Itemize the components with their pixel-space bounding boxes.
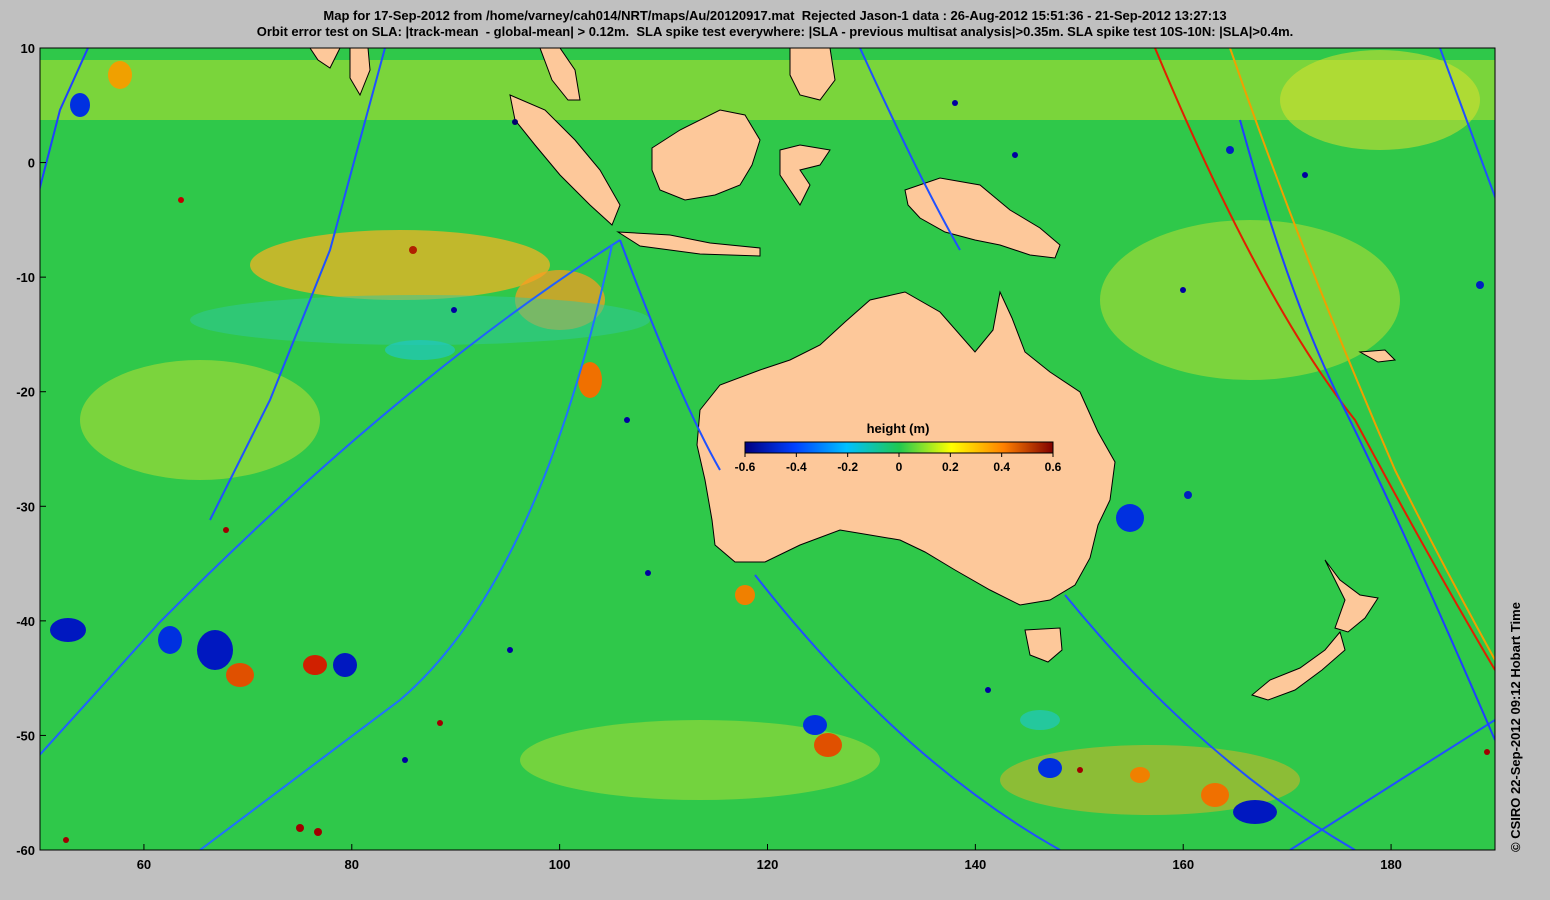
cool-anomaly-band	[190, 295, 650, 345]
eddy-cold	[70, 93, 90, 117]
rejected-point	[402, 757, 408, 763]
rejected-point	[624, 417, 630, 423]
rejected-point	[296, 824, 304, 832]
x-tick-label: 60	[137, 857, 151, 872]
rejected-point	[451, 307, 457, 313]
y-tick-label: -10	[16, 270, 35, 285]
rejected-point	[645, 570, 651, 576]
y-tick-label: -20	[16, 385, 35, 400]
y-tick-label: 0	[28, 156, 35, 171]
x-tick-label: 80	[345, 857, 359, 872]
eddy-cold	[1038, 758, 1062, 778]
eddy-warm	[1130, 767, 1150, 783]
rejected-point	[1476, 281, 1484, 289]
eddy-cyan	[385, 340, 455, 360]
eddy-warm	[735, 585, 755, 605]
rejected-point	[952, 100, 958, 106]
eddy-warm	[108, 61, 132, 89]
rejected-point	[1302, 172, 1308, 178]
rejected-point	[314, 828, 322, 836]
eddy-cyan	[1020, 710, 1060, 730]
rejected-point	[1484, 749, 1490, 755]
eddy-cold	[1116, 504, 1144, 532]
sla-map-plot: 60 80 100 120 140 160 180 100-10-20-30-40-50-6…	[16, 41, 1496, 872]
rejected-point	[409, 246, 417, 254]
eddy-cold	[333, 653, 357, 677]
y-tick-label: -30	[16, 499, 35, 514]
colorbar-tick-label: -0.6	[735, 460, 756, 474]
colorbar-tick-label: -0.4	[786, 460, 807, 474]
y-tick-label: -50	[16, 728, 35, 743]
rejected-point	[223, 527, 229, 533]
colorbar-gradient	[744, 441, 1054, 454]
copyright-credit: © CSIRO 22-Sep-2012 09:12 Hobart Time	[1508, 602, 1523, 852]
colorbar-tick-label: 0.4	[993, 460, 1010, 474]
eddy-cold	[197, 630, 233, 670]
y-tick-label: -60	[16, 843, 35, 858]
rejected-point	[1180, 287, 1186, 293]
colorbar-tick-label: 0.2	[942, 460, 959, 474]
warm-anomaly-south	[520, 720, 880, 800]
colorbar-label: height (m)	[867, 421, 930, 436]
equatorial-positive-band	[40, 60, 1495, 120]
warm-anomaly-indian-ocean	[250, 230, 550, 300]
x-tick-label: 120	[757, 857, 779, 872]
eddy-cold	[158, 626, 182, 654]
x-tick-label: 160	[1172, 857, 1194, 872]
rejected-point	[1077, 767, 1083, 773]
x-tick-label: 180	[1380, 857, 1402, 872]
rejected-point	[985, 687, 991, 693]
colorbar-tick-label: 0.6	[1045, 460, 1062, 474]
rejected-point	[512, 119, 518, 125]
rejected-point	[507, 647, 513, 653]
eddy-cold	[803, 715, 827, 735]
eddy-warm	[226, 663, 254, 687]
rejected-point	[1184, 491, 1192, 499]
eddy-cold	[1233, 800, 1277, 824]
x-tick-label: 100	[549, 857, 571, 872]
colorbar-tick-label: 0	[896, 460, 903, 474]
warm-anomaly-south-west	[80, 360, 320, 480]
y-tick-label: 10	[21, 41, 35, 56]
warm-anomaly-pacific	[1100, 220, 1400, 380]
y-tick-label: -40	[16, 614, 35, 629]
colorbar-tick-label: -0.2	[837, 460, 858, 474]
eddy-cold	[50, 618, 86, 642]
warm-anomaly-pacific-east	[1280, 50, 1480, 150]
eddy-warm	[303, 655, 327, 675]
rejected-point	[1012, 152, 1018, 158]
x-tick-label: 140	[965, 857, 987, 872]
rejected-point	[178, 197, 184, 203]
rejected-point	[63, 837, 69, 843]
eddy-warm	[1201, 783, 1229, 807]
rejected-point	[437, 720, 443, 726]
rejected-point	[1226, 146, 1234, 154]
eddy-warm	[814, 733, 842, 757]
